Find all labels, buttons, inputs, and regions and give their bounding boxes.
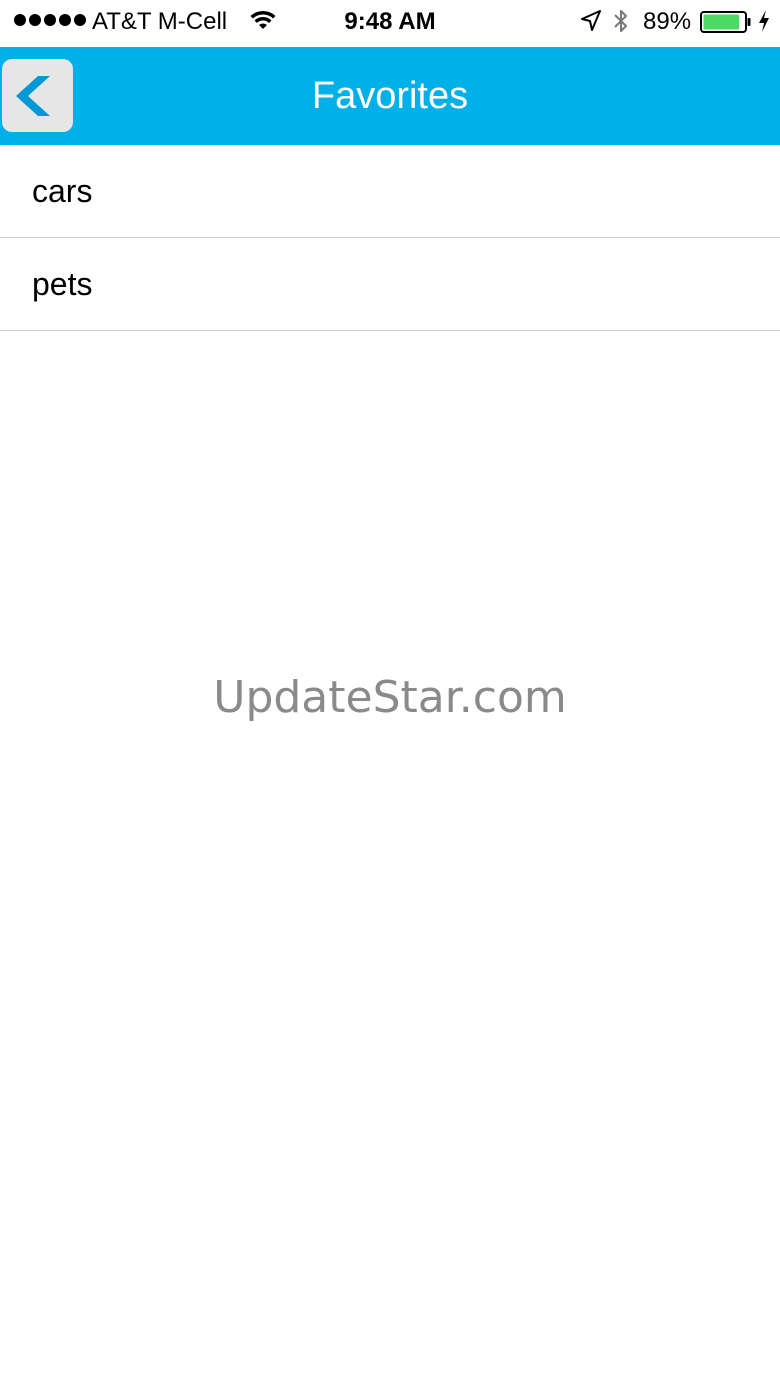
location-icon	[581, 10, 601, 31]
list-item-cars[interactable]: cars	[0, 145, 780, 238]
navigation-bar: Favorites	[0, 47, 780, 145]
status-bar: AT&T M-Cell 9:48 AM 89%	[0, 0, 780, 46]
battery-icon	[700, 11, 751, 33]
list-item-label: cars	[32, 172, 93, 209]
page-title: Favorites	[311, 75, 469, 117]
list-item-pets[interactable]: pets	[0, 238, 780, 331]
bluetooth-icon	[614, 10, 627, 32]
list-item-label: pets	[32, 265, 93, 302]
watermark-text: UpdateStar.com	[213, 672, 567, 723]
charging-icon	[759, 10, 769, 32]
favorites-list: cars pets	[0, 145, 780, 331]
battery-percentage: 89%	[643, 8, 692, 35]
